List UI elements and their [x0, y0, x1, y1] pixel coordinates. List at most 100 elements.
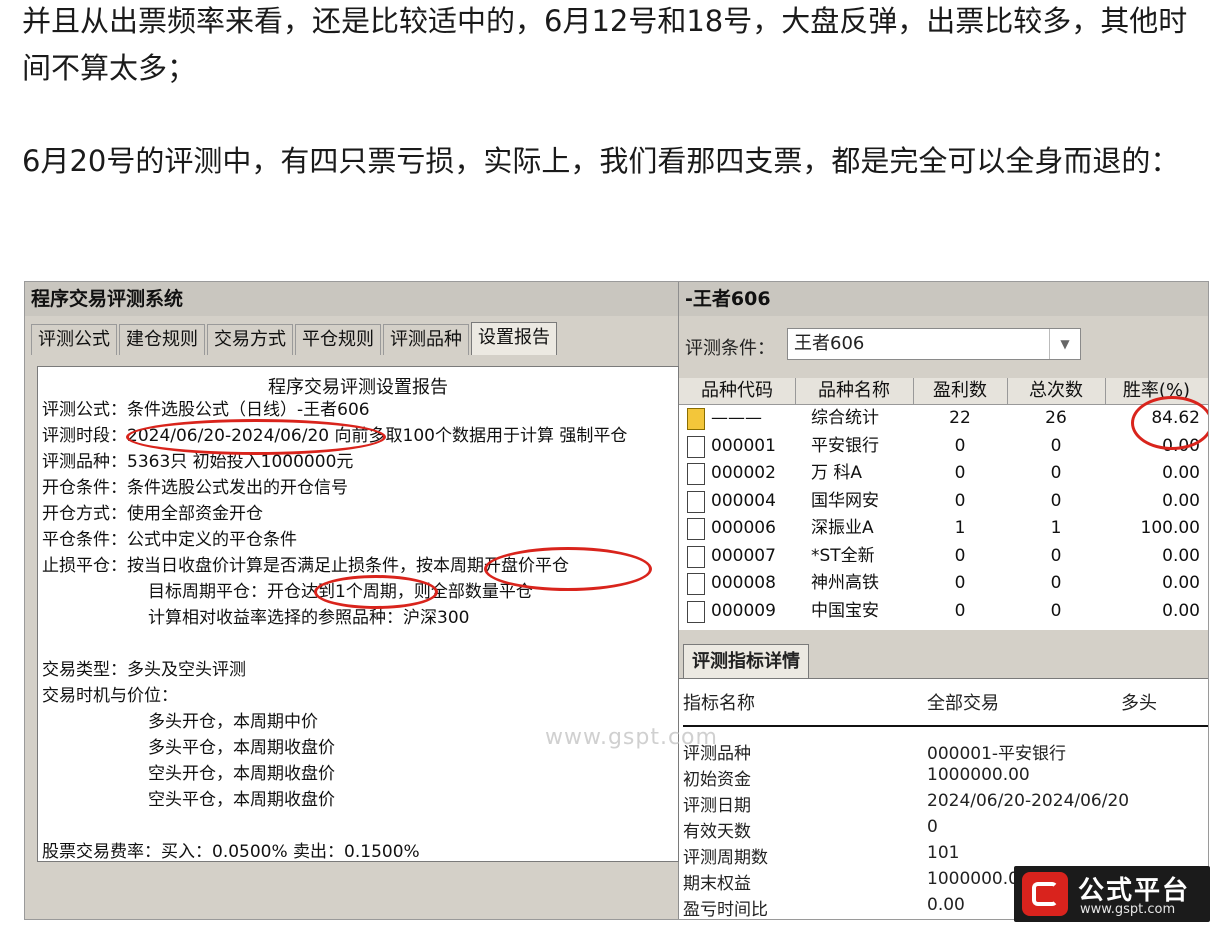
dropdown-arrow-icon[interactable]: ▼: [1049, 329, 1080, 359]
table-row[interactable]: 000004 国华网安 0 0 0.00: [679, 488, 1208, 515]
brand-logo-icon: [1022, 872, 1068, 916]
row-code: 000004: [711, 490, 776, 511]
highlight-oval-target: [314, 575, 438, 609]
report-line-close-condition: 平仓条件：公式中定义的平仓条件: [42, 530, 297, 550]
row-code: 000002: [711, 463, 776, 483]
table-row[interactable]: 000008 神州高铁 0 0 0.00: [679, 570, 1208, 597]
article-paragraph-2: 6月20号的评测中，有四只票亏损，实际上，我们看那四支票，都是完全可以全身而退的…: [22, 144, 1180, 178]
row-profit: 0: [954, 545, 966, 566]
table-row[interactable]: 000001 平安银行 0 0 0.00: [679, 433, 1208, 460]
table-row[interactable]: 000006 深振业A 1 1 100.00: [679, 515, 1208, 542]
detail-label: 盈亏时间比: [683, 900, 768, 920]
detail-value: 101: [927, 843, 960, 863]
condition-select[interactable]: 王者606 ▼: [787, 328, 1081, 360]
row-name: 神州高铁: [811, 573, 879, 593]
embedded-screenshot: 程序交易评测系统 评测公式 建仓规则 交易方式 平仓规则 评测品种 设置报告 程…: [24, 281, 1209, 920]
report-line-timing-title: 交易时机与价位：: [42, 686, 178, 706]
row-profit: 0: [954, 463, 966, 483]
row-profit: 0: [954, 490, 966, 511]
evaluation-system-panel: 程序交易评测系统 评测公式 建仓规则 交易方式 平仓规则 评测品种 设置报告 程…: [25, 282, 679, 919]
row-name: 国华网安: [811, 490, 879, 511]
document-icon: [687, 518, 705, 540]
detail-label: 初始资金: [683, 770, 751, 790]
row-profit: 0: [954, 573, 966, 593]
row-win-rate: 0.00: [1162, 545, 1200, 566]
settings-tabs: 评测公式 建仓规则 交易方式 平仓规则 评测品种 设置报告: [31, 322, 559, 355]
tab-trade-mode[interactable]: 交易方式: [207, 324, 293, 355]
row-code: 000008: [711, 573, 776, 593]
detail-header-all-trades: 全部交易: [927, 693, 999, 714]
tab-varieties[interactable]: 评测品种: [383, 324, 469, 355]
report-line-timing-1: 多头开仓，本周期中价: [148, 712, 318, 732]
row-profit: 0: [954, 435, 966, 456]
tab-close-rules[interactable]: 平仓规则: [295, 324, 381, 355]
row-win-rate: 0.00: [1162, 463, 1200, 483]
detail-header-indicator: 指标名称: [683, 693, 755, 714]
report-line-trade-type: 交易类型：多头及空头评测: [42, 660, 246, 680]
report-title: 程序交易评测设置报告: [268, 377, 448, 398]
report-line-varieties: 评测品种：5363只 初始投入1000000元: [42, 452, 354, 472]
report-line-benchmark: 计算相对收益率选择的参照品种：沪深300: [148, 608, 470, 628]
table-row[interactable]: ——— 综合统计 22 26 84.62: [679, 405, 1208, 432]
condition-value: 王者606: [794, 333, 865, 354]
row-code: 000007: [711, 545, 776, 566]
row-win-rate: 0.00: [1162, 600, 1200, 621]
report-line-open-condition: 开仓条件：条件选股公式发出的开仓信号: [42, 478, 348, 498]
table-row[interactable]: 000002 万 科A 0 0 0.00: [679, 460, 1208, 487]
highlight-oval-period: [126, 419, 386, 455]
report-line-open-mode: 开仓方式：使用全部资金开仓: [42, 504, 263, 524]
tab-formula[interactable]: 评测公式: [31, 324, 117, 355]
detail-label: 有效天数: [683, 822, 751, 842]
watermark: www.gspt.com: [545, 725, 718, 750]
report-line-timing-4: 空头平仓，本周期收盘价: [148, 790, 335, 810]
detail-value: 0: [927, 817, 938, 837]
document-icon: [687, 573, 705, 595]
panel-title: 程序交易评测系统: [25, 282, 678, 316]
row-win-rate: 100.00: [1140, 518, 1200, 538]
tab-indicator-details[interactable]: 评测指标详情: [683, 644, 809, 679]
detail-value: 0.00: [927, 895, 965, 915]
article-paragraph-1: 并且从出票频率来看，还是比较适中的，6月12号和18号，大盘反弹，出票比较多，其…: [22, 4, 1188, 85]
row-total: 0: [1050, 435, 1062, 456]
tab-open-rules[interactable]: 建仓规则: [119, 324, 205, 355]
row-code: 000001: [711, 435, 776, 456]
column-header-name[interactable]: 品种名称: [795, 378, 914, 404]
condition-label: 评测条件：: [685, 338, 775, 359]
row-name: 万 科A: [811, 463, 863, 483]
row-name: 平安银行: [811, 435, 879, 456]
detail-header-long: 多头: [1121, 693, 1157, 714]
row-total: 1: [1050, 518, 1062, 538]
detail-label: 期末权益: [683, 874, 751, 894]
document-icon: [687, 435, 705, 458]
row-win-rate: 0.00: [1162, 490, 1200, 511]
row-profit: 0: [954, 600, 966, 621]
summary-folder-icon: [687, 408, 705, 430]
row-code: 000006: [711, 518, 776, 538]
row-name: *ST全新: [811, 545, 875, 566]
detail-value: 2024/06/20-2024/06/20: [927, 791, 1130, 811]
table-row[interactable]: 000009 中国宝安 0 0 0.00: [679, 598, 1208, 625]
column-header-profit[interactable]: 盈利数: [913, 378, 1008, 404]
report-line-fees: 股票交易费率：买入：0.0500% 卖出：0.1500%: [42, 842, 420, 862]
results-title: -王者606: [679, 282, 1208, 316]
row-total: 26: [1045, 408, 1067, 428]
row-code: 000009: [711, 600, 776, 621]
document-icon: [687, 490, 705, 513]
column-header-code[interactable]: 品种代码: [679, 378, 796, 404]
results-table: 品种代码 品种名称 盈利数 总次数 胜率(%) ——— 综合统计 22 26 84.62…: [679, 378, 1208, 630]
table-header: 品种代码 品种名称 盈利数 总次数 胜率(%): [679, 378, 1208, 405]
table-row[interactable]: 000007 *ST全新 0 0 0.00: [679, 543, 1208, 570]
column-header-total[interactable]: 总次数: [1007, 378, 1106, 404]
brand-badge: 公式平台 www.gspt.com: [1014, 866, 1210, 922]
row-name: 综合统计: [811, 408, 879, 428]
document-icon: [687, 545, 705, 568]
detail-value: 000001-平安银行: [927, 744, 1067, 764]
row-total: 0: [1050, 463, 1062, 483]
row-name: 深振业A: [811, 518, 874, 538]
results-panel: -王者606 评测条件： 王者606 ▼ 品种代码 品种名称 盈利数 总次数 胜…: [679, 282, 1208, 919]
row-win-rate: 0.00: [1162, 573, 1200, 593]
document-icon: [687, 600, 705, 623]
tab-settings-report[interactable]: 设置报告: [471, 322, 557, 355]
report-line-timing-3: 空头开仓，本周期收盘价: [148, 764, 335, 784]
detail-divider: [683, 725, 1208, 727]
